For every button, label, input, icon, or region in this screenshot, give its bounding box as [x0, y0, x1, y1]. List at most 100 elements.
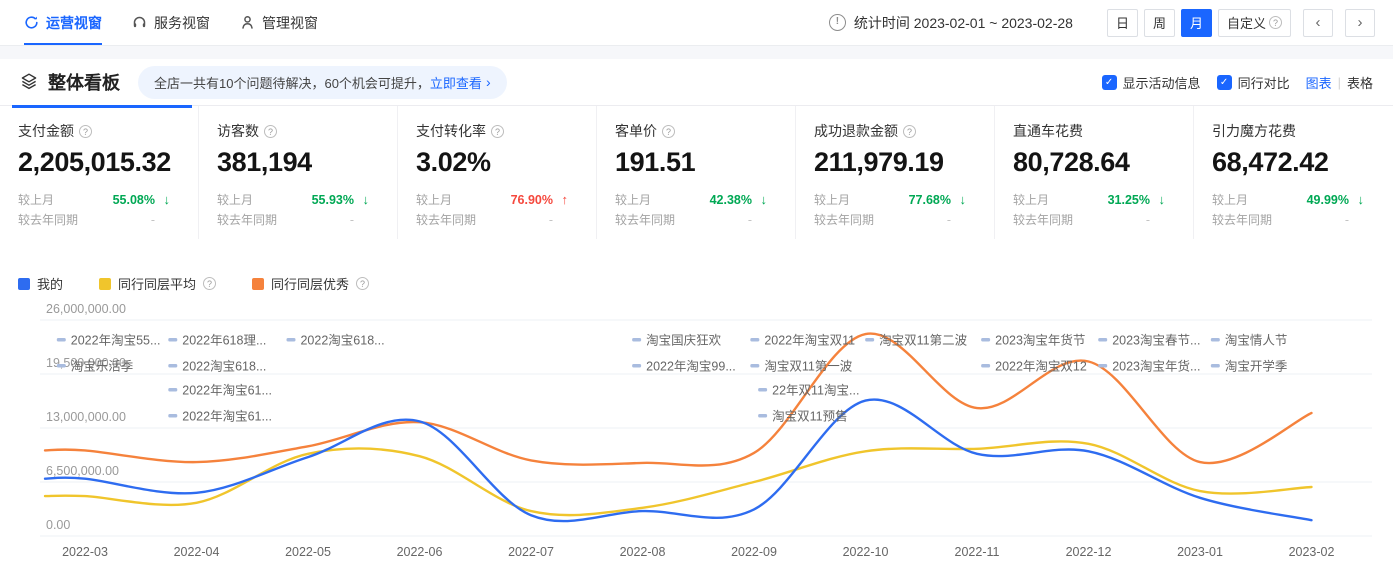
kpi-card-conversion-rate[interactable]: 支付转化率? 3.02% 较上月76.90%↑ 较去年同期- [398, 106, 597, 239]
kpi-value: 191.51 [615, 147, 795, 178]
help-icon[interactable]: ? [903, 125, 916, 138]
activity-annotation[interactable]: 淘宝双11第一波 [764, 360, 852, 374]
kpi-title: 访客数 [217, 121, 259, 141]
help-icon[interactable]: ? [79, 125, 92, 138]
activity-annotation[interactable]: 2022年淘宝双11 [764, 334, 855, 348]
prev-period-button[interactable]: ‹ [1303, 9, 1333, 37]
activity-dash-icon [632, 364, 641, 368]
mom-label: 较上月 [1013, 191, 1049, 208]
period-day-button[interactable]: 日 [1107, 9, 1138, 37]
yoy-value: - [1345, 213, 1349, 227]
activity-annotation[interactable]: 2023淘宝年货节 [995, 333, 1085, 348]
activity-annotation[interactable]: 2022淘宝618... [182, 360, 266, 374]
kpi-card-avg-order-value[interactable]: 客单价? 191.51 较上月42.38%↓ 较去年同期- [597, 106, 796, 239]
trend-arrow-icon: ↓ [752, 192, 767, 207]
help-icon[interactable]: ? [264, 125, 277, 138]
x-axis-tick: 2022-10 [843, 545, 889, 559]
mom-value: 55.08% [113, 193, 155, 207]
period-week-button[interactable]: 周 [1144, 9, 1175, 37]
next-period-button[interactable]: › [1345, 9, 1375, 37]
activity-annotation[interactable]: 2022年淘宝61... [182, 384, 272, 398]
activity-annotation[interactable]: 2022年618理... [182, 334, 266, 348]
activity-dash-icon [57, 364, 66, 368]
activity-annotation[interactable]: 22年双11淘宝... [772, 384, 859, 398]
activity-annotation[interactable]: 2023淘宝春节... [1112, 334, 1200, 348]
show-activity-checkbox[interactable]: ✓ 显示活动信息 [1102, 73, 1201, 92]
legend-item-peer-average[interactable]: 同行同层平均 ? [99, 274, 216, 293]
yoy-value: - [748, 213, 752, 227]
kpi-card-row: 支付金额? 2,205,015.32 较上月55.08%↓ 较去年同期- 访客数… [0, 105, 1393, 239]
activity-annotation[interactable]: 2022淘宝618... [300, 334, 384, 348]
peer-compare-checkbox[interactable]: ✓ 同行对比 [1217, 73, 1290, 92]
legend-label: 我的 [37, 274, 63, 293]
legend-item-mine[interactable]: 我的 [18, 274, 63, 293]
show-activity-label: 显示活动信息 [1123, 73, 1201, 92]
kpi-value: 211,979.19 [814, 147, 994, 178]
chevron-right-icon: › [486, 74, 491, 90]
activity-dash-icon [758, 414, 767, 418]
kpi-card-ylmf-spend[interactable]: 引力魔方花费? 68,472.42 较上月49.99%↓ 较去年同期- [1194, 106, 1393, 239]
view-now-link[interactable]: 立即查看 [430, 73, 482, 92]
activity-annotation[interactable]: 淘宝双11预售 [772, 409, 847, 424]
top-bar: 运营视窗 服务视窗 管理视窗 ! 统计时间 2023-02-01 ~ 2023-… [0, 0, 1393, 45]
person-icon [240, 15, 255, 30]
help-icon[interactable]: ? [203, 277, 216, 290]
kpi-card-payment-amount[interactable]: 支付金额? 2,205,015.32 较上月55.08%↓ 较去年同期- [0, 106, 199, 239]
kpi-card-ztc-spend[interactable]: 直通车花费? 80,728.64 较上月31.25%↓ 较去年同期- [995, 106, 1194, 239]
period-custom-button[interactable]: 自定义 ? [1218, 9, 1291, 37]
info-icon: ! [829, 14, 846, 31]
kpi-title: 直通车花费 [1013, 121, 1083, 141]
mom-value: 31.25% [1108, 193, 1150, 207]
help-icon[interactable]: ? [491, 125, 504, 138]
kpi-value: 381,194 [217, 147, 397, 178]
tab-service-view[interactable]: 服务视窗 [132, 0, 210, 45]
x-axis-tick: 2022-08 [620, 545, 666, 559]
activity-annotation[interactable]: 2022年淘宝99... [646, 360, 736, 374]
topbar-right: ! 统计时间 2023-02-01 ~ 2023-02-28 日 周 月 自定义… [829, 0, 1375, 45]
view-divider: | [1338, 75, 1341, 90]
activity-annotation[interactable]: 淘宝开学季 [1225, 359, 1288, 374]
mom-value: 49.99% [1307, 193, 1349, 207]
period-month-button[interactable]: 月 [1181, 9, 1212, 37]
activity-annotation[interactable]: 2022年淘宝61... [182, 410, 272, 424]
series-line-1 [45, 441, 1312, 515]
notice-text: 全店一共有10个问题待解决，60个机会可提升， [154, 73, 430, 92]
activity-dash-icon [1211, 338, 1220, 342]
legend-swatch-orange [252, 278, 264, 290]
yoy-value: - [350, 213, 354, 227]
trend-line-chart[interactable]: 0.006,500,000.0013,000,000.0019,500,000.… [0, 294, 1393, 581]
activity-annotation[interactable]: 2022年淘宝双12 [995, 360, 1087, 374]
activity-annotation[interactable]: 淘宝国庆狂欢 [646, 333, 722, 348]
activity-dash-icon [750, 338, 759, 342]
mom-value: 55.93% [312, 193, 354, 207]
help-icon[interactable]: ? [662, 125, 675, 138]
activity-annotation[interactable]: 淘宝双11第二波 [879, 334, 967, 348]
tab-label: 管理视窗 [262, 13, 318, 33]
kpi-card-refund-amount[interactable]: 成功退款金额? 211,979.19 较上月77.68%↓ 较去年同期- [796, 106, 995, 239]
chart-view-toggle[interactable]: 图表 [1306, 73, 1332, 92]
layers-icon [20, 72, 38, 93]
headset-icon [132, 15, 147, 30]
notice-pill: 全店一共有10个问题待解决，60个机会可提升， 立即查看 › [138, 66, 507, 99]
activity-annotation[interactable]: 淘宝情人节 [1225, 334, 1288, 348]
kpi-card-visitors[interactable]: 访客数? 381,194 较上月55.93%↓ 较去年同期- [199, 106, 398, 239]
question-icon: ? [1269, 16, 1282, 29]
yoy-label: 较去年同期 [1013, 211, 1073, 228]
legend-item-peer-excellent[interactable]: 同行同层优秀 ? [252, 274, 369, 293]
activity-annotation[interactable]: 2022年淘宝55... [71, 334, 161, 348]
activity-dash-icon [168, 388, 177, 392]
tab-operations-view[interactable]: 运营视窗 [24, 0, 102, 45]
tab-management-view[interactable]: 管理视窗 [240, 0, 318, 45]
trend-arrow-icon: ↓ [951, 192, 966, 207]
activity-annotation[interactable]: 淘宝乐活季 [71, 360, 134, 374]
y-axis-tick: 13,000,000.00 [46, 410, 126, 424]
mom-label: 较上月 [18, 191, 54, 208]
operations-icon [24, 15, 39, 30]
series-line-2 [45, 334, 1312, 466]
table-view-toggle[interactable]: 表格 [1347, 73, 1373, 92]
activity-annotation[interactable]: 2023淘宝年货... [1112, 359, 1200, 374]
help-icon[interactable]: ? [356, 277, 369, 290]
x-axis-tick: 2022-03 [62, 545, 108, 559]
kpi-title: 支付转化率 [416, 121, 486, 141]
page-title: 整体看板 [48, 69, 120, 95]
